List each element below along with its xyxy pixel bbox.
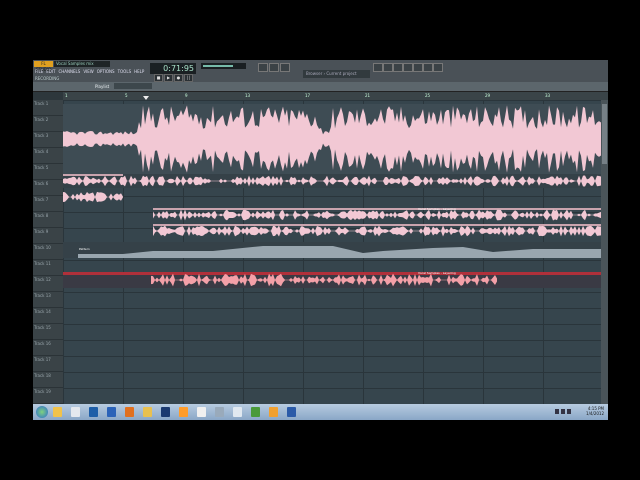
explorer-icon[interactable] bbox=[53, 407, 62, 417]
track-name[interactable]: Track 10 bbox=[33, 244, 63, 260]
menu-tools[interactable]: TOOLS bbox=[118, 69, 132, 75]
menu-edit[interactable]: EDIT bbox=[46, 69, 55, 75]
start-orb-icon[interactable] bbox=[36, 406, 48, 418]
track-name[interactable]: Track 17 bbox=[33, 356, 63, 372]
play-button[interactable]: ▶ bbox=[164, 74, 173, 82]
browser-path[interactable]: Browser › Current project bbox=[303, 70, 370, 78]
volume-icon[interactable] bbox=[561, 409, 565, 414]
track-name[interactable]: Track 18 bbox=[33, 372, 63, 388]
help-icon[interactable] bbox=[433, 63, 443, 72]
piano-roll-icon[interactable] bbox=[393, 63, 403, 72]
track-name[interactable]: Track 5 bbox=[33, 164, 63, 180]
network-icon[interactable] bbox=[555, 409, 559, 414]
track-names: Track 1 Track 2 Track 3 Track 4 Track 5 Track… bbox=[33, 100, 63, 420]
song-name-display: Vocal Samples mix bbox=[54, 61, 110, 67]
track-name[interactable]: Track 7 bbox=[33, 196, 63, 212]
timeline-ruler[interactable]: 1 5 9 13 17 21 25 29 33 bbox=[63, 92, 608, 100]
vocal-clip-row-1[interactable] bbox=[63, 174, 601, 188]
step-sequencer-icon[interactable] bbox=[383, 63, 393, 72]
selected-vocal-clip[interactable] bbox=[63, 272, 601, 288]
track-name[interactable]: Track 2 bbox=[33, 116, 63, 132]
track-name[interactable]: Track 8 bbox=[33, 212, 63, 228]
clock-date: 1/4/2012 bbox=[586, 411, 604, 416]
browser-icon[interactable] bbox=[403, 63, 413, 72]
menu-view[interactable]: VIEW bbox=[83, 69, 93, 75]
windows-taskbar: 4:15 PM 1/4/2012 bbox=[33, 404, 608, 420]
ruler-mark: 21 bbox=[365, 93, 371, 98]
stop-button[interactable]: ■ bbox=[154, 74, 163, 82]
automation-clip[interactable] bbox=[63, 242, 601, 258]
ruler-mark: 29 bbox=[485, 93, 491, 98]
photoshop-icon[interactable] bbox=[143, 407, 152, 417]
playlist-title: Playlist bbox=[95, 84, 110, 89]
email-icon[interactable] bbox=[179, 407, 188, 417]
chrome-icon[interactable] bbox=[233, 407, 242, 417]
main-menu: FILE EDIT CHANNELS VIEW OPTIONS TOOLS HE… bbox=[35, 69, 144, 75]
track-name[interactable]: Track 15 bbox=[33, 324, 63, 340]
ruler-mark: 13 bbox=[245, 93, 251, 98]
ruler-mark: 17 bbox=[305, 93, 311, 98]
ruler-mark: 5 bbox=[125, 93, 128, 98]
track-name[interactable]: Track 16 bbox=[33, 340, 63, 356]
ruler-mark: 9 bbox=[185, 93, 188, 98]
playlist-grid[interactable]: Vocal Samples - Layering Pattern Vocal S… bbox=[63, 100, 601, 420]
fl-studio-window: FL STUDIO Vocal Samples mix FILE EDIT CH… bbox=[33, 60, 608, 420]
fl-studio-icon[interactable] bbox=[251, 407, 260, 417]
hint-bar: RECORDING bbox=[35, 76, 60, 81]
cpu-meter bbox=[201, 63, 246, 69]
clip-label: Vocal Samples - Layering bbox=[418, 271, 456, 275]
ruler-mark: 25 bbox=[425, 93, 431, 98]
winamp-icon[interactable] bbox=[161, 407, 170, 417]
playlist-icon[interactable] bbox=[373, 63, 383, 72]
pattern-selector[interactable]: Vocal Samples - Layering bbox=[114, 83, 152, 118]
clip-label: Vocal Samples - Layering bbox=[418, 207, 456, 211]
clip-label: Pattern bbox=[79, 247, 90, 251]
vocal-clip-row-3[interactable] bbox=[63, 208, 601, 222]
track-name[interactable]: Track 14 bbox=[33, 308, 63, 324]
scrollbar-thumb[interactable] bbox=[602, 104, 607, 164]
track-name[interactable]: Track 6 bbox=[33, 180, 63, 196]
ruler-mark: 1 bbox=[65, 93, 68, 98]
system-tray bbox=[555, 409, 571, 414]
ruler-mark: 33 bbox=[545, 93, 551, 98]
track-name[interactable]: Track 11 bbox=[33, 260, 63, 276]
metronome-icon[interactable] bbox=[269, 63, 279, 72]
snap-icon[interactable] bbox=[280, 63, 290, 72]
track-name[interactable]: Track 19 bbox=[33, 388, 63, 404]
playlist-header: Playlist Vocal Samples - Layering bbox=[33, 82, 608, 118]
vocal-clip-row-2[interactable] bbox=[63, 190, 601, 204]
menu-options[interactable]: OPTIONS bbox=[97, 69, 115, 75]
time-display[interactable]: 0:71:95 bbox=[150, 63, 196, 74]
transport-controls: ■ ▶ ● || bbox=[154, 74, 193, 82]
paint-icon[interactable] bbox=[215, 407, 224, 417]
calculator-icon[interactable] bbox=[197, 407, 206, 417]
flag-icon[interactable] bbox=[567, 409, 571, 414]
word-doc-icon[interactable] bbox=[269, 407, 278, 417]
app-icon[interactable] bbox=[287, 407, 296, 417]
main-audio-clip[interactable] bbox=[63, 104, 601, 174]
fl-studio-logo: FL STUDIO bbox=[34, 61, 53, 72]
vocal-clip-row-4[interactable] bbox=[63, 224, 601, 238]
media-player-icon[interactable] bbox=[71, 407, 80, 417]
tempo-icon[interactable] bbox=[258, 63, 268, 72]
main-toolbar: FL STUDIO Vocal Samples mix FILE EDIT CH… bbox=[33, 60, 608, 83]
menu-channels[interactable]: CHANNELS bbox=[58, 69, 80, 75]
vertical-scrollbar[interactable] bbox=[601, 100, 608, 420]
track-name[interactable]: Track 13 bbox=[33, 292, 63, 308]
track-name[interactable]: Track 12 bbox=[33, 276, 63, 292]
firefox-icon[interactable] bbox=[107, 407, 116, 417]
plugin-picker-icon[interactable] bbox=[423, 63, 433, 72]
track-name[interactable]: Track 3 bbox=[33, 132, 63, 148]
clock[interactable]: 4:15 PM 1/4/2012 bbox=[586, 406, 604, 416]
track-name[interactable]: Track 4 bbox=[33, 148, 63, 164]
folder-icon[interactable] bbox=[125, 407, 134, 417]
menu-help[interactable]: HELP bbox=[134, 69, 144, 75]
record-button[interactable]: ● bbox=[174, 74, 183, 82]
mixer-icon[interactable] bbox=[413, 63, 423, 72]
track-name[interactable]: Track 9 bbox=[33, 228, 63, 244]
pattern-song-toggle[interactable]: || bbox=[184, 74, 193, 82]
word-icon[interactable] bbox=[89, 407, 98, 417]
menu-file[interactable]: FILE bbox=[35, 69, 43, 75]
track-name[interactable]: Track 1 bbox=[33, 100, 63, 116]
